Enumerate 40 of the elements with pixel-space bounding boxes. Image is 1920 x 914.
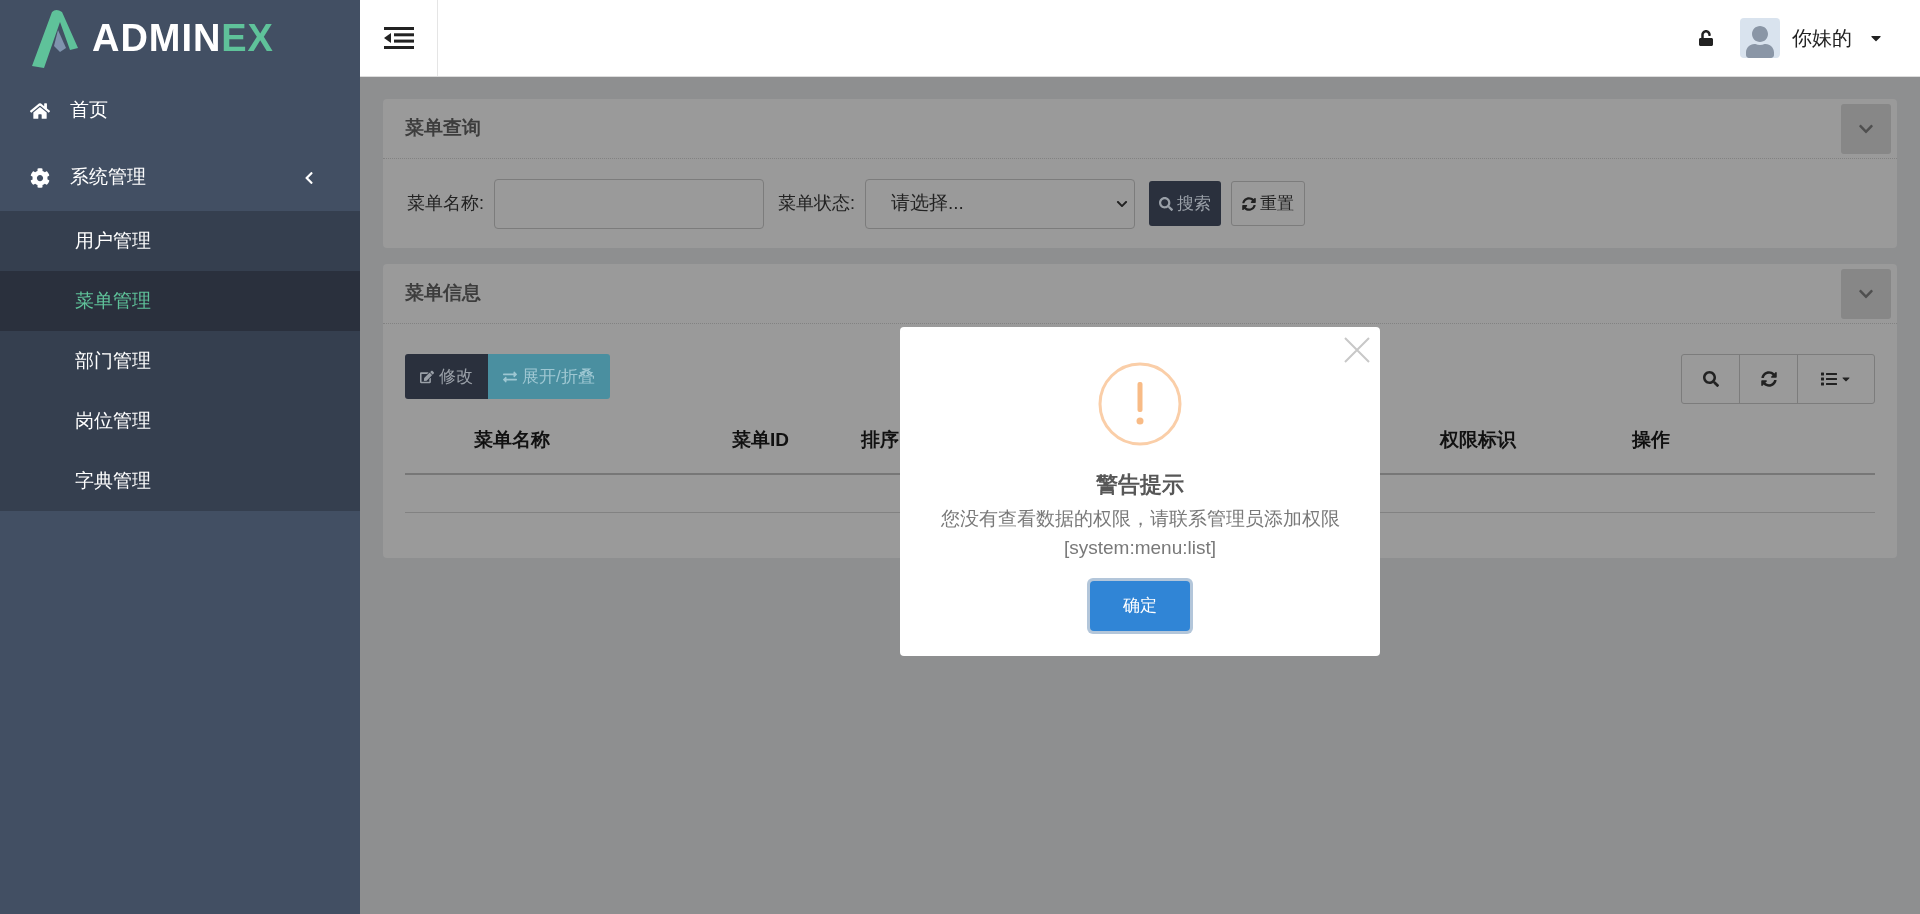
column-header: 排序 [861, 428, 900, 453]
warning-icon [1098, 362, 1182, 446]
status-select[interactable]: 请选择... [865, 178, 1136, 229]
column-header: 菜单ID [732, 428, 790, 453]
user-name[interactable]: 你妹的 [1792, 23, 1852, 53]
submenu-item[interactable]: 部门管理 [0, 331, 360, 391]
field-label: 菜单状态: [778, 192, 856, 215]
user-silhouette-icon [1745, 26, 1775, 58]
dialog-detail: [system:menu:list] [1063, 535, 1216, 560]
sidebar-item[interactable]: 首页 [0, 77, 360, 144]
search-icon [1159, 196, 1174, 211]
confirm-button[interactable]: 确定 [1090, 581, 1190, 631]
refresh-icon [1760, 371, 1777, 387]
home-icon [30, 100, 50, 121]
menu-toggle-icon[interactable] [383, 27, 414, 49]
column-header: 菜单名称 [474, 428, 551, 453]
submenu-item[interactable]: 岗位管理 [0, 391, 360, 451]
search-button[interactable]: 搜索 [1149, 181, 1222, 226]
logo-text: ADMINEX [92, 16, 274, 61]
reset-button[interactable]: 重置 [1231, 181, 1306, 226]
menu-name-input[interactable] [494, 178, 764, 229]
search-icon [1702, 371, 1719, 387]
dialog-title: 警告提示 [1096, 471, 1184, 499]
exchange-icon [503, 369, 517, 384]
field-label: 菜单名称: [407, 192, 484, 215]
edit-icon [420, 369, 434, 384]
column-header: 操作 [1632, 428, 1671, 453]
sidebar-item[interactable]: 系统管理 [0, 144, 360, 211]
submenu-item[interactable]: 菜单管理 [0, 271, 360, 331]
refresh-icon [1242, 196, 1257, 211]
gear-icon [30, 167, 50, 188]
unlock-icon[interactable] [1698, 30, 1714, 46]
dialog-message: 您没有查看数据的权限，请联系管理员添加权限 [940, 507, 1340, 531]
submenu-item[interactable]: 用户管理 [0, 211, 360, 271]
column-header: 权限标识 [1440, 428, 1517, 453]
panel-title: 菜单信息 [405, 281, 481, 306]
list-icon [1820, 371, 1837, 387]
submenu-item[interactable]: 字典管理 [0, 451, 360, 511]
edit-button[interactable]: 修改 [405, 354, 488, 399]
panel-title: 菜单查询 [405, 116, 481, 141]
